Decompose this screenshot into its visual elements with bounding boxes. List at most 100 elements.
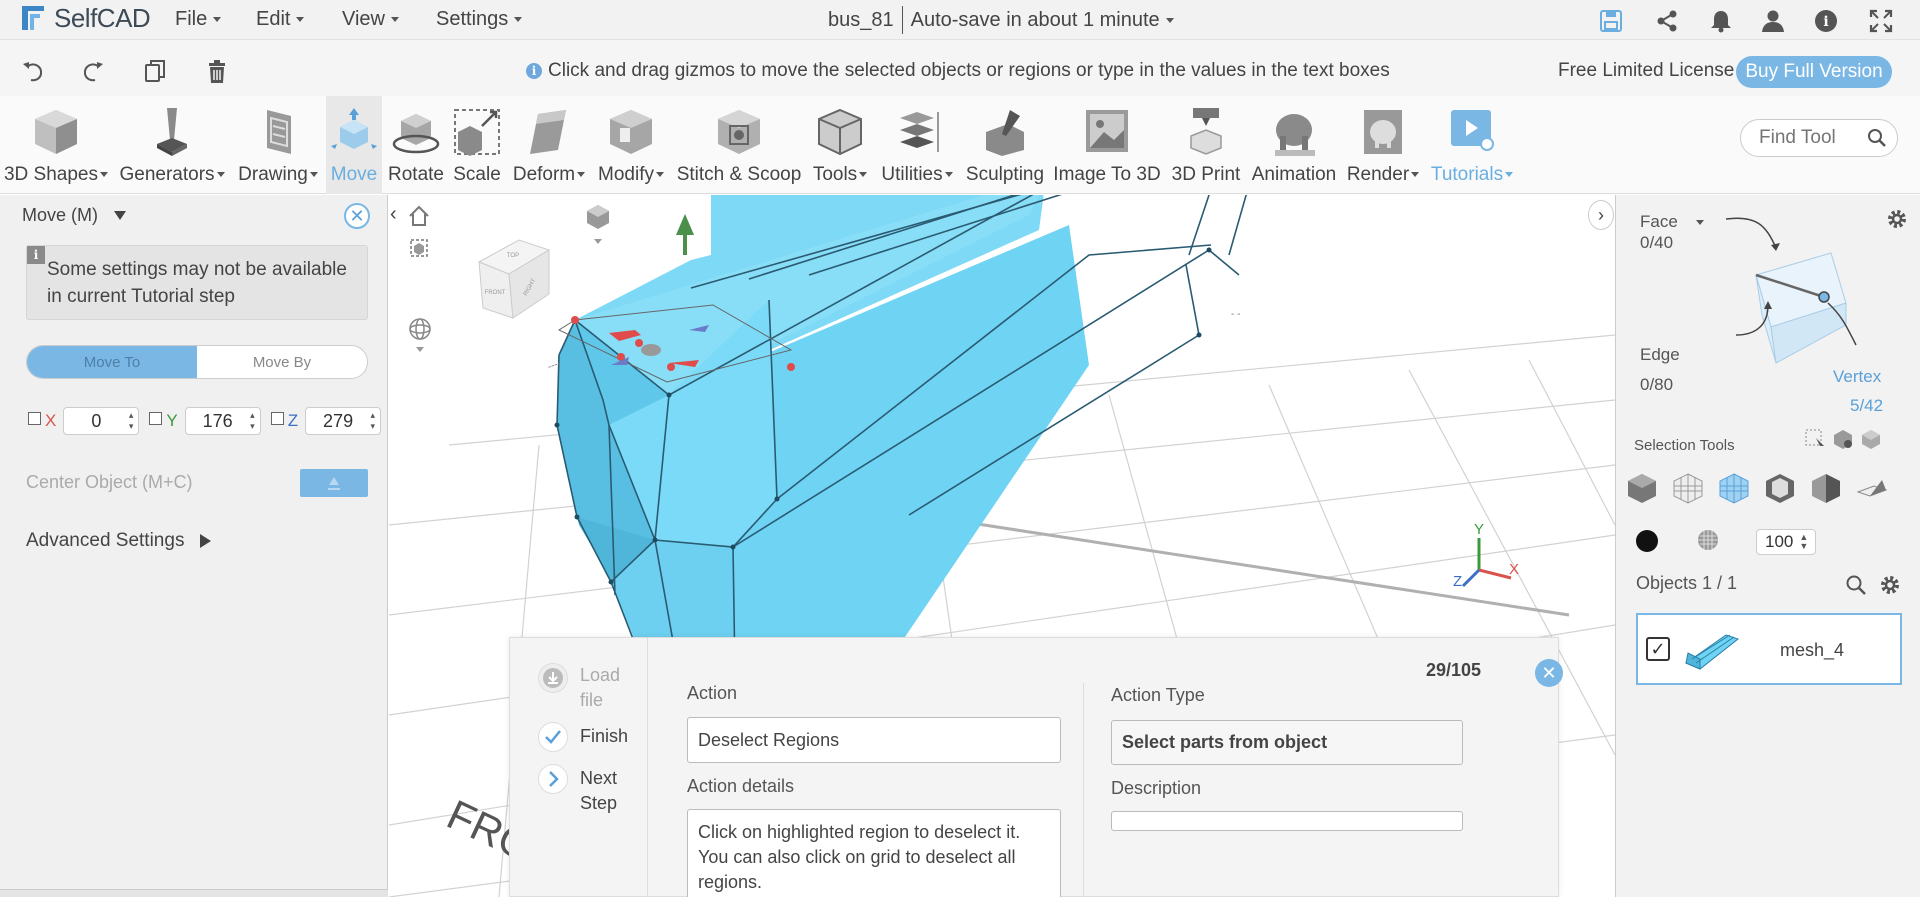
share-icon[interactable] [1654, 8, 1680, 34]
view-cube[interactable]: TOP FRONT RIGHT [469, 230, 559, 320]
xray-select-icon[interactable] [1764, 472, 1796, 504]
plane-select-icon[interactable] [1856, 472, 1888, 504]
tool-render-label: Render [1347, 164, 1420, 186]
move-mode-toggle: Move To Move By [26, 345, 368, 379]
help-icon[interactable]: i [1813, 8, 1839, 34]
face-label: Face [1640, 212, 1678, 231]
copy-icon[interactable] [142, 58, 168, 84]
chevron-right-icon: › [1598, 204, 1604, 225]
tool-sculpting[interactable]: Sculpting [962, 96, 1048, 194]
tool-tools[interactable]: Tools [808, 96, 872, 194]
tool-move[interactable]: Move [326, 96, 382, 194]
panel-footer [0, 889, 388, 897]
y-value-input[interactable]: 176 [184, 407, 261, 435]
advanced-settings-toggle[interactable]: Advanced Settings [26, 530, 212, 552]
panel-title[interactable]: Move (M) [22, 205, 126, 226]
half-select-icon[interactable] [1810, 472, 1842, 504]
tool-scale[interactable]: Scale [450, 96, 504, 194]
center-object-button[interactable] [300, 469, 368, 497]
move-by-tab[interactable]: Move By [197, 346, 367, 378]
undo-icon[interactable] [20, 58, 46, 84]
tool-modify[interactable]: Modify [594, 96, 668, 194]
home-view-icon[interactable] [408, 205, 430, 227]
redo-icon[interactable] [80, 58, 106, 84]
chevron-down-icon [1411, 172, 1420, 178]
step-load-file: Load file [580, 665, 621, 710]
tool-image-to-3d[interactable]: Image To 3D [1051, 96, 1163, 194]
action-field[interactable]: Deselect Regions [687, 717, 1061, 763]
scale-icon [454, 109, 500, 156]
y-lock-checkbox[interactable] [149, 411, 163, 425]
tool-stitch-scoop[interactable]: Stitch & Scoop [674, 96, 804, 194]
gear-icon[interactable] [1878, 573, 1902, 597]
description-field[interactable] [1111, 811, 1463, 831]
tool-rotate[interactable]: Rotate [385, 96, 447, 194]
tool-drawing[interactable]: Drawing [234, 96, 322, 194]
select-object-icon[interactable] [1832, 428, 1854, 450]
select-all-icon[interactable] [1860, 428, 1882, 450]
search-icon[interactable] [1867, 128, 1887, 148]
menu-view[interactable]: View [342, 8, 399, 31]
edge-label[interactable]: Edge [1640, 345, 1680, 365]
wireframe-select-icon[interactable] [1672, 472, 1704, 504]
step-finish[interactable]: Finish [580, 724, 628, 749]
fullscreen-icon[interactable] [1868, 8, 1894, 34]
autosave-status[interactable]: Auto-save in about 1 minute [911, 9, 1160, 32]
app-logo[interactable]: SelfCAD [18, 2, 151, 34]
animation-icon [1275, 114, 1315, 156]
z-lock-checkbox[interactable] [270, 411, 284, 425]
tool-animation[interactable]: Animation [1248, 96, 1340, 194]
project-name[interactable]: bus_81 [828, 9, 894, 32]
advanced-settings-label: Advanced Settings [26, 530, 185, 551]
selection-mode-dropdown[interactable]: Face [1640, 212, 1704, 232]
z-value-input[interactable]: 279 [305, 407, 382, 435]
color-swatch[interactable] [1636, 530, 1658, 552]
deform-icon [530, 110, 566, 154]
close-panel-button[interactable]: ✕ [344, 203, 370, 229]
menu-edit[interactable]: Edit [256, 8, 305, 31]
close-tutorial-button[interactable]: ✕ [1535, 659, 1563, 687]
material-sphere-icon[interactable] [1696, 528, 1720, 552]
action-details-label: Action details [687, 776, 795, 796]
license-text: Free Limited License [1558, 60, 1735, 81]
orbit-view-icon[interactable] [408, 317, 434, 353]
vertex-label[interactable]: Vertex [1833, 367, 1881, 387]
select-cursor-icon[interactable] [1804, 428, 1826, 450]
gear-icon[interactable] [1885, 207, 1909, 231]
find-tool-search [1740, 119, 1898, 157]
x-value-input[interactable]: 0 [63, 407, 140, 435]
tool-sculpting-label: Sculpting [965, 164, 1045, 185]
menu-settings[interactable]: Settings [436, 8, 523, 31]
chevron-right-icon[interactable] [538, 764, 568, 794]
move-to-tab[interactable]: Move To [27, 346, 197, 378]
object-visible-checkbox[interactable]: ✓ [1646, 637, 1670, 661]
tool-generators[interactable]: Generators [115, 96, 229, 194]
x-lock-checkbox[interactable] [28, 411, 41, 425]
tool-deform[interactable]: Deform [507, 96, 591, 194]
opacity-stepper[interactable]: 100 ▲ ▼ [1756, 529, 1816, 555]
trash-icon[interactable] [204, 58, 230, 84]
find-tool-input[interactable] [1759, 127, 1869, 149]
camera-mode-icon[interactable] [583, 201, 613, 247]
grid-select-icon[interactable] [1718, 472, 1750, 504]
save-icon[interactable] [1598, 8, 1624, 34]
tool-tutorials[interactable]: Tutorials [1426, 96, 1518, 194]
buy-full-version-button[interactable]: Buy Full Version [1736, 56, 1892, 88]
bell-icon[interactable] [1708, 8, 1734, 34]
cube-view-icon[interactable] [408, 237, 430, 259]
collapse-right-panel-button[interactable]: › [1588, 200, 1614, 230]
tool-3d-print[interactable]: 3D Print [1167, 96, 1245, 194]
chevron-down-icon[interactable] [1165, 17, 1174, 23]
collapse-left-panel-button[interactable]: ‹ [390, 203, 406, 227]
action-type-field[interactable]: Select parts from object [1111, 720, 1463, 765]
user-icon[interactable] [1760, 8, 1786, 34]
menu-file[interactable]: File [175, 8, 222, 31]
step-next[interactable]: Next Step [580, 766, 630, 816]
solid-select-icon[interactable] [1626, 472, 1658, 504]
object-list-item[interactable]: ✓ mesh_4 [1636, 613, 1902, 685]
tool-3d-shapes[interactable]: 3D Shapes [2, 96, 110, 194]
tool-utilities[interactable]: Utilities [875, 96, 959, 194]
action-details-field[interactable]: Click on highlighted region to deselect … [687, 809, 1061, 897]
search-icon[interactable] [1845, 574, 1867, 596]
tool-render[interactable]: Render [1344, 96, 1422, 194]
